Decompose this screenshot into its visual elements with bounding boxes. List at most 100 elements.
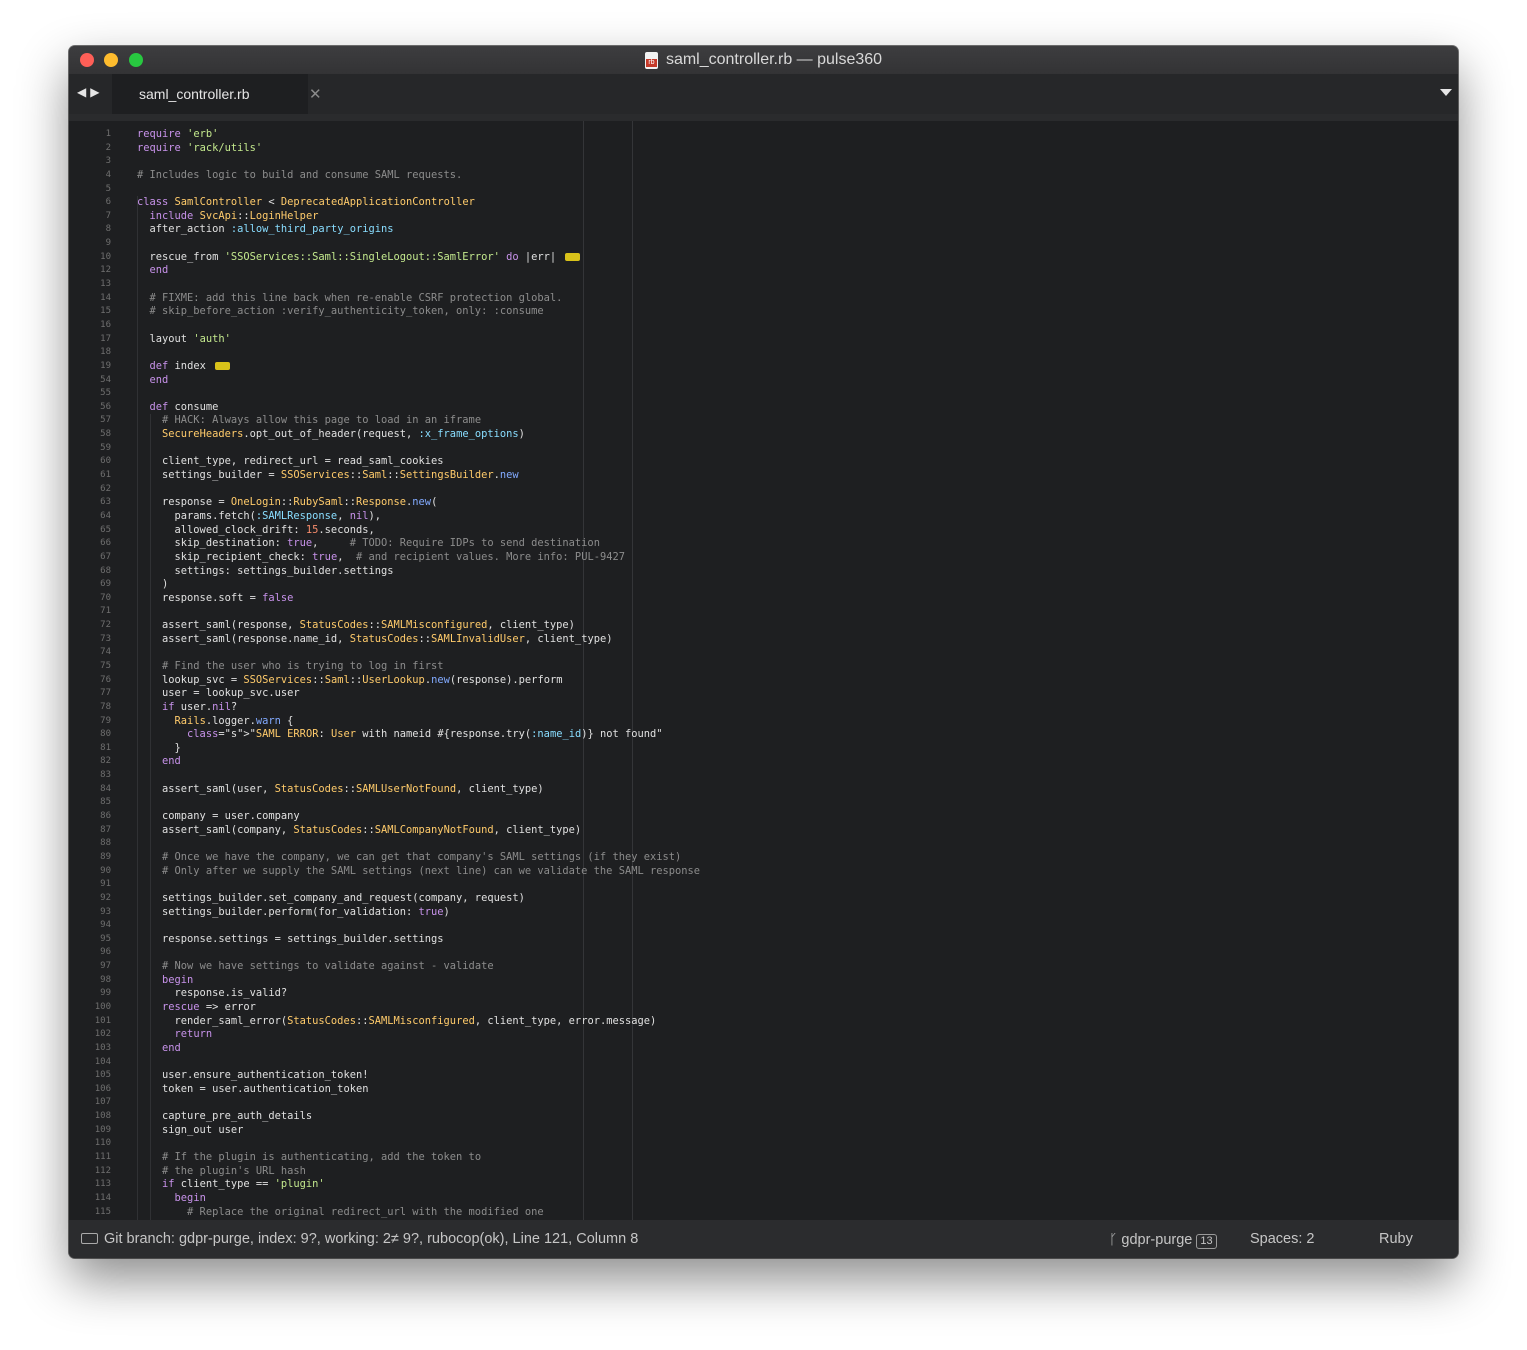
code-line[interactable]: # Includes logic to build and consume SA… — [137, 169, 1458, 183]
code-line[interactable] — [137, 319, 1458, 333]
code-line[interactable]: # Once we have the company, we can get t… — [137, 851, 1458, 865]
code-line[interactable]: skip_destination: true, # TODO: Require … — [137, 537, 1458, 551]
code-line[interactable]: end — [137, 374, 1458, 388]
line-number: 93 — [100, 906, 111, 917]
code-line[interactable] — [137, 769, 1458, 783]
close-icon[interactable]: ✕ — [309, 85, 322, 103]
code-line[interactable]: # FIXME: add this line back when re-enab… — [137, 292, 1458, 306]
code-line[interactable]: response = OneLogin::RubySaml::Response.… — [137, 496, 1458, 510]
code-editor[interactable]: 1 2 3 4 5 6 7 8 9 10 12 13 14 15 16 17 18 19 54 55 56 57 58 59 6… — [69, 114, 1458, 1220]
code-line[interactable] — [137, 155, 1458, 169]
code-line[interactable] — [137, 919, 1458, 933]
code-line[interactable]: client_type, redirect_url = read_saml_co… — [137, 455, 1458, 469]
code-line[interactable]: response.soft = false — [137, 592, 1458, 606]
code-line[interactable]: assert_saml(response, StatusCodes::SAMLM… — [137, 619, 1458, 633]
code-line[interactable] — [137, 442, 1458, 456]
code-line[interactable]: require 'rack/utils' — [137, 142, 1458, 156]
line-number: 9 — [105, 238, 111, 249]
code-line[interactable] — [137, 278, 1458, 292]
code-line[interactable]: # If the plugin is authenticating, add t… — [137, 1151, 1458, 1165]
code-line[interactable]: layout 'auth' — [137, 333, 1458, 347]
code-line[interactable]: skip_recipient_check: true, # and recipi… — [137, 551, 1458, 565]
code-line[interactable]: settings: settings_builder.settings — [137, 565, 1458, 579]
code-line[interactable]: SecureHeaders.opt_out_of_header(request,… — [137, 428, 1458, 442]
code-line[interactable]: assert_saml(response.name_id, StatusCode… — [137, 633, 1458, 647]
code-line[interactable]: # Replace the original redirect_url with… — [137, 1206, 1458, 1220]
code-line[interactable]: return — [137, 1028, 1458, 1042]
back-arrow-icon[interactable]: ◀ — [77, 85, 90, 99]
code-line[interactable]: user = lookup_svc.user — [137, 687, 1458, 701]
code-area[interactable]: require 'erb' require 'rack/utils' # Inclu… — [137, 128, 1458, 1220]
code-line[interactable]: render_saml_error(StatusCodes::SAMLMisco… — [137, 1015, 1458, 1029]
code-line[interactable]: end — [137, 1042, 1458, 1056]
code-line[interactable]: def consume — [137, 401, 1458, 415]
code-line[interactable]: include SvcApi::LoginHelper — [137, 210, 1458, 224]
indentation-setting[interactable]: Spaces: 2 — [1250, 1231, 1315, 1247]
code-line[interactable]: # skip_before_action :verify_authenticit… — [137, 305, 1458, 319]
code-line[interactable]: after_action :allow_third_party_origins — [137, 223, 1458, 237]
code-line[interactable]: } — [137, 742, 1458, 756]
code-line[interactable]: # Find the user who is trying to log in … — [137, 660, 1458, 674]
code-line[interactable] — [137, 1056, 1458, 1070]
code-line[interactable]: rescue => error — [137, 1001, 1458, 1015]
code-line[interactable]: end — [137, 755, 1458, 769]
code-line[interactable] — [137, 346, 1458, 360]
chevron-down-icon[interactable] — [1440, 89, 1452, 96]
line-number: 77 — [100, 688, 111, 699]
code-line[interactable] — [137, 946, 1458, 960]
code-line[interactable]: def index — [137, 360, 1458, 374]
code-line[interactable]: settings_builder.set_company_and_request… — [137, 892, 1458, 906]
line-number: 66 — [100, 538, 111, 549]
code-line[interactable]: begin — [137, 1192, 1458, 1206]
code-line[interactable]: if user.nil? — [137, 701, 1458, 715]
code-line[interactable] — [137, 878, 1458, 892]
code-line[interactable]: capture_pre_auth_details — [137, 1110, 1458, 1124]
code-line[interactable]: # Only after we supply the SAML settings… — [137, 865, 1458, 879]
code-line[interactable]: user.ensure_authentication_token! — [137, 1069, 1458, 1083]
code-line[interactable]: token = user.authentication_token — [137, 1083, 1458, 1097]
code-line[interactable] — [137, 646, 1458, 660]
code-line[interactable]: params.fetch(:SAMLResponse, nil), — [137, 510, 1458, 524]
code-line[interactable] — [137, 837, 1458, 851]
code-line[interactable]: allowed_clock_drift: 15.seconds, — [137, 524, 1458, 538]
code-line[interactable] — [137, 796, 1458, 810]
code-line[interactable]: rescue_from 'SSOServices::Saml::SingleLo… — [137, 251, 1458, 265]
panel-toggle-icon[interactable] — [81, 1233, 98, 1244]
code-line[interactable]: class SamlController < DeprecatedApplica… — [137, 196, 1458, 210]
folded-code-marker[interactable] — [215, 361, 231, 370]
code-line[interactable]: # the plugin's URL hash — [137, 1165, 1458, 1179]
tab-saml-controller[interactable]: saml_controller.rb ✕ — [112, 74, 322, 114]
code-line[interactable]: Rails.logger.warn { — [137, 715, 1458, 729]
code-line[interactable]: assert_saml(company, StatusCodes::SAMLCo… — [137, 824, 1458, 838]
code-line[interactable]: # HACK: Always allow this page to load i… — [137, 414, 1458, 428]
folded-code-marker[interactable] — [565, 252, 581, 261]
code-line[interactable]: ) — [137, 578, 1458, 592]
code-line[interactable]: assert_saml(user, StatusCodes::SAMLUserN… — [137, 783, 1458, 797]
code-line[interactable] — [137, 237, 1458, 251]
code-line[interactable] — [137, 483, 1458, 497]
git-branch-indicator[interactable]: ᚴ gdpr-purge 13 — [1109, 1231, 1217, 1249]
code-line[interactable]: class="s">"SAML ERROR: User with nameid … — [137, 728, 1458, 742]
code-line[interactable] — [137, 1137, 1458, 1151]
code-line[interactable]: lookup_svc = SSOServices::Saml::UserLook… — [137, 674, 1458, 688]
code-line[interactable]: settings_builder = SSOServices::Saml::Se… — [137, 469, 1458, 483]
code-line[interactable]: settings_builder.perform(for_validation:… — [137, 906, 1458, 920]
code-line[interactable]: if client_type == 'plugin' — [137, 1178, 1458, 1192]
line-number: 98 — [100, 974, 111, 985]
code-line[interactable]: begin — [137, 974, 1458, 988]
code-line[interactable] — [137, 1096, 1458, 1110]
code-line[interactable]: sign_out user — [137, 1124, 1458, 1138]
line-number: 104 — [94, 1056, 111, 1067]
code-line[interactable] — [137, 605, 1458, 619]
code-line[interactable] — [137, 183, 1458, 197]
code-line[interactable]: # Now we have settings to validate again… — [137, 960, 1458, 974]
code-line[interactable]: end — [137, 264, 1458, 278]
forward-arrow-icon[interactable]: ▶ — [90, 85, 103, 99]
code-line[interactable] — [137, 387, 1458, 401]
code-line[interactable]: response.settings = settings_builder.set… — [137, 933, 1458, 947]
code-line[interactable]: response.is_valid? — [137, 987, 1458, 1001]
code-line[interactable]: company = user.company — [137, 810, 1458, 824]
syntax-language[interactable]: Ruby — [1379, 1231, 1413, 1247]
line-number: 84 — [100, 783, 111, 794]
code-line[interactable]: require 'erb' — [137, 128, 1458, 142]
